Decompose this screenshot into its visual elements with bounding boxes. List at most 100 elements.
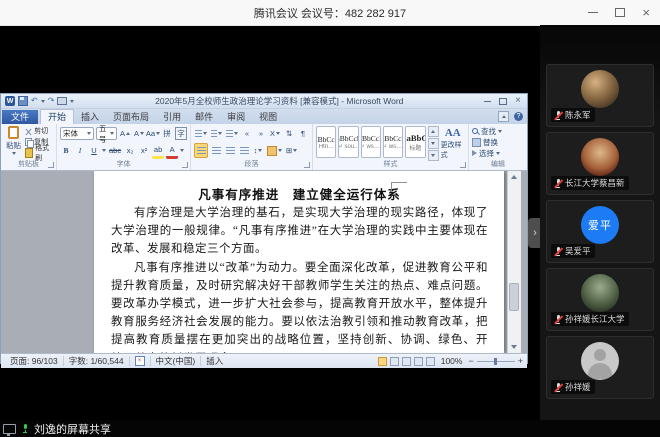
distribute-button[interactable] [238,144,250,157]
close-icon[interactable]: × [642,6,650,19]
minimize-icon[interactable] [588,12,598,13]
bold-button[interactable]: B [60,144,72,157]
font-family-value: 宋体 [63,128,78,139]
style-card[interactable]: AaBbCcDd↵ sou... [338,126,358,158]
page-indicator[interactable]: 页面: 96/103 [5,356,64,366]
cut-button[interactable]: 剪切 [25,126,53,136]
help-icon[interactable]: ? [514,112,523,121]
change-case-button[interactable]: Aa [147,127,159,140]
font-family-select[interactable]: 宋体 [60,127,94,140]
word-close-icon[interactable]: × [515,96,521,106]
text-highlight-button[interactable]: ab [152,143,164,159]
outline-view-icon[interactable] [414,357,423,366]
participant-tile[interactable]: 陈永军 [546,64,654,127]
styles-scroll-up-icon[interactable] [428,126,439,137]
insert-mode-indicator[interactable]: 插入 [201,356,228,366]
tab-view[interactable]: 视图 [252,110,284,124]
shading-button[interactable] [266,144,283,157]
participant-tile[interactable]: 孙祥媛长江大学 [546,268,654,331]
strikethrough-button[interactable]: abc [108,144,122,157]
undo-dropdown-icon[interactable] [41,100,45,103]
tab-review[interactable]: 审阅 [220,110,252,124]
word-minimize-icon[interactable] [484,101,491,102]
tab-home[interactable]: 开始 [40,109,74,124]
language-indicator[interactable]: 中文(中国) [151,356,202,366]
participant-tile[interactable]: 爱平 吴爱平 [546,200,654,263]
zoom-slider-thumb[interactable] [494,358,497,365]
zoom-in-button[interactable]: + [518,357,523,366]
clipboard-dialog-launcher-icon[interactable] [48,162,54,168]
asian-layout-button[interactable]: X [269,127,281,140]
underline-button[interactable]: U [88,144,100,157]
tab-file[interactable]: 文件 [2,110,38,124]
font-color-dropdown-icon[interactable] [180,149,184,152]
maximize-icon[interactable] [615,8,625,17]
find-button[interactable]: 查找 [472,126,524,136]
character-border-button[interactable]: 字 [175,127,187,140]
line-spacing-button[interactable]: ↕ [252,144,264,157]
fullscreen-view-icon[interactable] [390,357,399,366]
style-card[interactable]: AaBbCcDd↵ wsbcon... [383,126,403,158]
redo-icon[interactable]: ↷ [48,97,55,105]
style-card[interactable]: AaBbCcDc- HtnYN... [316,126,336,158]
draft-view-icon[interactable] [426,357,435,366]
web-layout-view-icon[interactable] [402,357,411,366]
document-page[interactable]: 凡事有序推进 建立健全运行体系 有序治理是大学治理的基石，是实现大学治理的现实路… [94,171,504,353]
save-icon[interactable] [18,96,28,106]
phonetic-guide-button[interactable]: 拼 [161,127,173,140]
styles-dialog-launcher-icon[interactable] [460,162,466,168]
decrease-indent-button[interactable]: « [241,127,253,140]
customize-qat-icon[interactable] [70,100,74,103]
scroll-down-icon[interactable] [511,345,517,349]
align-justify-button[interactable] [194,143,208,158]
font-dialog-launcher-icon[interactable] [182,162,188,168]
scrollbar-thumb[interactable] [509,283,519,311]
scroll-up-icon[interactable] [511,175,517,179]
vertical-scrollbar[interactable] [507,171,521,353]
styles-scroll-down-icon[interactable] [428,138,439,149]
zoom-out-button[interactable]: − [468,357,473,366]
print-icon[interactable] [57,97,67,105]
undo-icon[interactable]: ↶ [31,97,38,105]
increase-indent-button[interactable]: » [255,127,267,140]
shrink-font-button[interactable]: A [133,127,145,140]
align-center-button[interactable] [210,144,222,157]
grow-font-button[interactable]: A [119,127,131,140]
sort-button[interactable]: ⇅ [283,127,295,140]
word-count-indicator[interactable]: 字数: 1/60,544 [64,356,130,366]
minimize-ribbon-icon[interactable] [498,111,509,122]
style-card-heading[interactable]: AaBbC(标题 [405,126,425,158]
italic-button[interactable]: I [74,144,86,157]
zoom-slider[interactable] [477,361,515,362]
replace-button[interactable]: 替换 [472,137,524,147]
ribbon-tabs: 文件 开始 插入 页面布局 引用 邮件 审阅 视图 ? [1,109,527,124]
show-marks-button[interactable]: ¶ [297,127,309,140]
format-painter-button[interactable]: 格式刷 [25,148,53,158]
proofing-indicator[interactable]: × [130,356,151,366]
tabrow-right: ? [498,111,527,124]
bullets-button[interactable] [194,127,208,140]
print-layout-view-icon[interactable] [378,357,387,366]
zoom-level[interactable]: 100% [438,356,466,366]
change-styles-button[interactable]: AA 更改样式 [441,126,465,161]
font-size-select[interactable]: 五号 [96,127,117,140]
superscript-button[interactable]: x² [138,144,150,157]
paste-button[interactable]: 粘贴 [4,126,23,158]
font-color-button[interactable]: A [166,143,178,159]
tab-page-layout[interactable]: 页面布局 [106,110,156,124]
word-restore-icon[interactable] [499,98,507,105]
align-right-button[interactable] [224,144,236,157]
borders-button[interactable]: ⊞ [285,144,298,157]
underline-dropdown-icon[interactable] [102,149,106,152]
select-button[interactable]: 选择 [472,148,524,158]
participant-tile[interactable]: 孙祥媛 [546,336,654,399]
cut-label: 剪切 [34,126,48,136]
tab-mailings[interactable]: 邮件 [188,110,220,124]
style-card[interactable]: AaBbCcDd↵ wsbcon... [361,126,381,158]
paragraph-dialog-launcher-icon[interactable] [304,162,310,168]
multilevel-list-button[interactable] [225,127,239,140]
numbering-button[interactable] [210,127,224,140]
tab-references[interactable]: 引用 [156,110,188,124]
subscript-button[interactable]: x₂ [124,144,136,157]
participant-tile[interactable]: 长江大学蔡昌新 [546,132,654,195]
